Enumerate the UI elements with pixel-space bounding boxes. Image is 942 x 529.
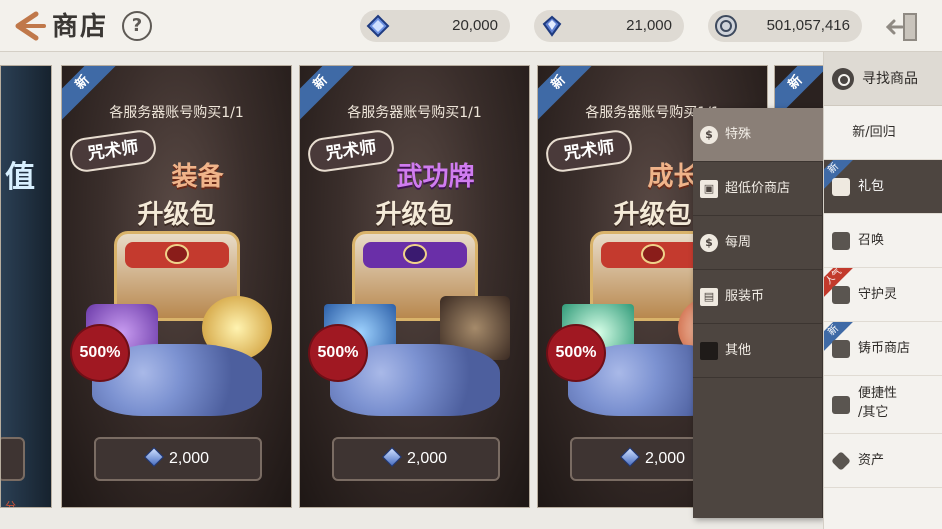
dropdown-item-other[interactable]: 其他 (693, 324, 823, 378)
sidebar-item-label: 铸币商店 (858, 341, 911, 356)
dropdown-item-special[interactable]: $ 特殊 (693, 108, 823, 162)
costume-coin-icon: ▤ (700, 288, 718, 306)
pack-subtitle: 升级包 (375, 200, 454, 230)
dropdown-item-costume-coin[interactable]: ▤ 服装币 (693, 270, 823, 324)
sidebar-item-label: 资产 (858, 453, 885, 468)
dropdown-item-bargain-shop[interactable]: ▣ 超低价商店 (693, 162, 823, 216)
help-button[interactable]: ? (122, 11, 152, 41)
price: 2,000 (644, 450, 686, 467)
page-title: 商店 (52, 12, 109, 42)
search-label: 寻找商品 (862, 71, 918, 87)
search-products-button[interactable]: 寻找商品 (824, 52, 942, 106)
dropdown-item-label: 超低价商店 (725, 181, 791, 196)
currency-blue-crystal[interactable]: 21,000 (534, 10, 684, 42)
package-card[interactable]: 新 各服务器账号购买1/1 咒术师 武功牌 升级包 500% 2,000 (299, 65, 530, 508)
silver-coin-icon (714, 14, 738, 38)
sidebar-item-package[interactable]: 新 礼包 (824, 160, 942, 214)
sidebar-item-label: 召唤 (858, 233, 885, 248)
gift-icon (832, 178, 850, 196)
currency-blue-gem[interactable]: 20,000 (360, 10, 510, 42)
guardian-icon (832, 286, 850, 304)
dropdown-item-weekly[interactable]: $ 每周 (693, 216, 823, 270)
buy-button[interactable]: 2,000 (332, 437, 500, 481)
weekly-coin-icon: $ (700, 234, 718, 252)
dropdown-item-label: 特殊 (725, 127, 752, 142)
sidebar-item-label: 礼包 (858, 179, 885, 194)
exit-door-icon[interactable] (885, 12, 920, 42)
price: 2,000 (168, 450, 210, 467)
sidebar-item-new-return[interactable]: 新/回归 (824, 106, 942, 160)
sidebar-item-assets[interactable]: 资产 (824, 434, 942, 488)
pack-subtitle: 升级包 (137, 200, 216, 230)
mint-icon (832, 340, 850, 358)
currency-value: 21,000 (626, 17, 672, 34)
sidebar-item-label: 便捷性 /其它 (858, 386, 898, 420)
sidebar-item-convenience[interactable]: 便捷性 /其它 (824, 376, 942, 434)
dropdown-item-label: 其他 (725, 343, 752, 358)
wrench-icon (832, 396, 850, 414)
currency-silver-coin[interactable]: 501,057,416 (708, 10, 862, 42)
purchase-limit: 各服务器账号购买1/1 (347, 105, 482, 121)
bonus-percent-seal: 500% (70, 324, 130, 382)
sidebar-item-guardian[interactable]: 人气 守护灵 (824, 268, 942, 322)
dropdown-item-label: 每周 (725, 235, 752, 250)
bonus-percent-seal: 500% (546, 324, 606, 382)
blue-gem-icon (382, 447, 402, 467)
bonus-percent-seal: 500% (308, 324, 368, 382)
partial-card-text: 分 (5, 500, 16, 508)
summon-icon (832, 232, 850, 250)
gift-box-icon: ▣ (700, 180, 718, 198)
dropdown-item-label: 服装币 (725, 289, 765, 304)
top-bar: 商店 ? 20,000 21,000 501,057,416 (0, 0, 942, 52)
pack-title: 武功牌 (396, 162, 475, 192)
partial-buy-button[interactable] (1, 437, 25, 481)
price: 2,000 (406, 450, 448, 467)
sidebar-item-label: 守护灵 (858, 287, 898, 302)
currency-value: 501,057,416 (766, 17, 850, 34)
search-icon (832, 68, 854, 90)
sidebar-item-mint-shop[interactable]: 新 铸币商店 (824, 322, 942, 376)
sidebar-item-summon[interactable]: 召唤 (824, 214, 942, 268)
partial-card-glyph: 值 (5, 160, 35, 195)
package-card[interactable]: 新 各服务器账号购买1/1 咒术师 装备 升级包 500% 2,000 (61, 65, 292, 508)
currency-value: 20,000 (452, 17, 498, 34)
blue-crystal-icon (540, 14, 564, 38)
sidebar-item-label: 新/回归 (852, 125, 896, 140)
category-dropdown: $ 特殊 ▣ 超低价商店 $ 每周 ▤ 服装币 其他 (693, 108, 823, 518)
pack-title: 装备 (171, 162, 224, 192)
partial-card-left[interactable]: 值 分 (0, 65, 52, 508)
blue-gem-icon (366, 14, 390, 38)
back-arrow-icon[interactable] (8, 10, 48, 42)
special-coin-icon: $ (700, 126, 718, 144)
buy-button[interactable]: 2,000 (94, 437, 262, 481)
purchase-limit: 各服务器账号购买1/1 (109, 105, 244, 121)
blue-gem-icon (144, 447, 164, 467)
other-square-icon (700, 342, 718, 360)
asset-diamond-icon (831, 451, 851, 471)
blue-gem-icon (620, 447, 640, 467)
category-sidebar: 寻找商品 新/回归 新 礼包 召唤 人气 守护灵 新 铸币商店 便捷性 /其它 … (823, 52, 942, 529)
